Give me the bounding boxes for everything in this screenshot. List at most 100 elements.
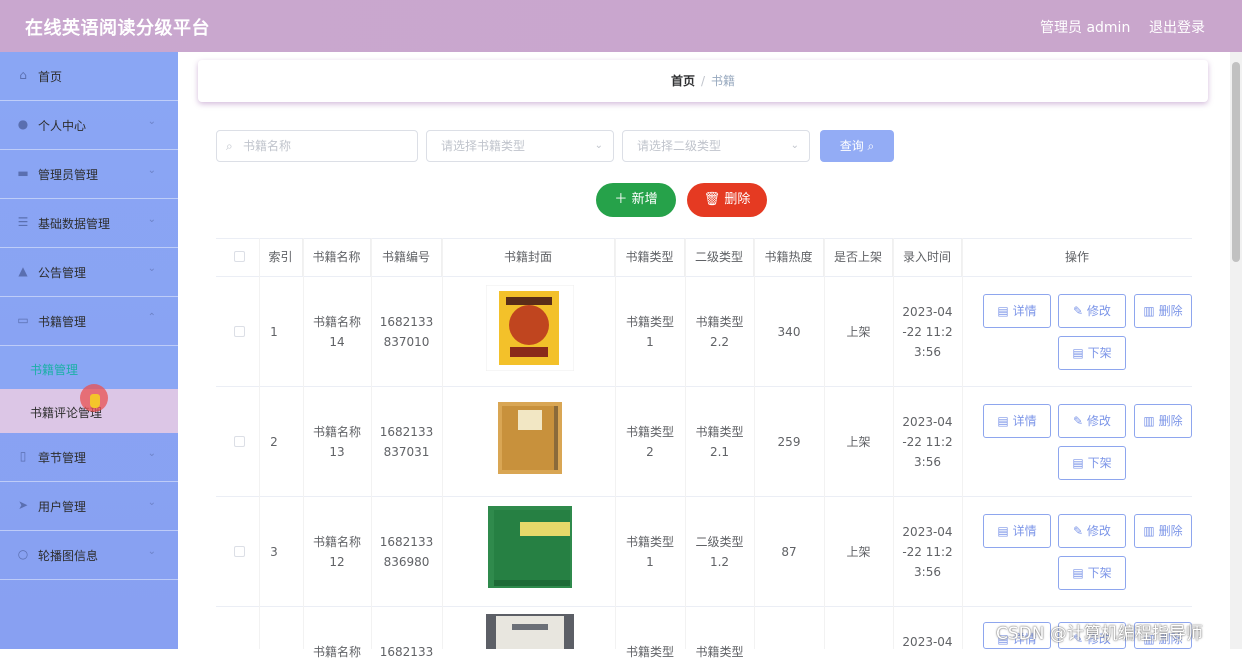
table-line	[216, 276, 1192, 277]
col-header-status: 是否上架	[824, 238, 893, 276]
edit-icon: ✎	[1073, 524, 1087, 538]
book-type: 2	[646, 445, 654, 459]
book-subtype: 2.1	[709, 445, 730, 459]
detail-button[interactable]: ▤ 详情	[983, 294, 1051, 328]
unlist-button[interactable]: ▤ 下架	[1058, 336, 1126, 370]
chevron-up-icon: ⌃	[147, 312, 156, 323]
row-checkbox[interactable]	[234, 326, 245, 337]
input-placeholder: 书籍名称	[243, 139, 292, 153]
button-label: 下架	[1087, 346, 1112, 360]
button-label: 下架	[1087, 566, 1112, 580]
book-cover-image	[486, 285, 574, 371]
submenu-item-book-management[interactable]: 书籍管理	[0, 346, 178, 390]
row-checkbox[interactable]	[234, 546, 245, 557]
pointer-hand-icon	[90, 394, 100, 408]
sidebar-item-books[interactable]: ▭ 书籍管理 ⌃	[0, 297, 178, 346]
col-header-subtype: 二级类型	[685, 238, 754, 276]
detail-button[interactable]: ▤ 详情	[983, 514, 1051, 548]
select-all-checkbox[interactable]	[234, 251, 245, 262]
col-header-index: 索引	[259, 238, 303, 276]
book-type-select[interactable]: 请选择书籍类型 ⌄	[426, 130, 614, 162]
sub-type-select[interactable]: 请选择二级类型 ⌄	[622, 130, 810, 162]
sidebar-item-label: 首页	[38, 70, 63, 84]
chevron-down-icon: ⌄	[790, 140, 799, 151]
select-placeholder: 请选择二级类型	[637, 139, 722, 153]
col-header-cover: 书籍封面	[442, 238, 615, 276]
table-line	[216, 606, 1192, 607]
home-icon: ⌂	[19, 68, 27, 82]
search-button[interactable]: 查询 ⌕	[820, 130, 894, 162]
col-header-name: 书籍名称	[303, 238, 371, 276]
sidebar-item-admins[interactable]: ▬ 管理员管理 ⌄	[0, 150, 178, 199]
book-heat: 259	[777, 435, 801, 449]
book-heat: 340	[777, 325, 801, 339]
detail-button[interactable]: ▤ 详情	[983, 404, 1051, 438]
sidebar-item-label: 章节管理	[38, 451, 87, 465]
sidebar-item-label: 基础数据管理	[38, 217, 111, 231]
sidebar-item-label: 用户管理	[38, 500, 87, 514]
logout-link[interactable]: 退出登录	[1149, 17, 1205, 37]
book-name: 12	[329, 555, 345, 569]
edit-button[interactable]: ✎ 修改	[1058, 514, 1126, 548]
edit-button[interactable]: ✎ 修改	[1058, 404, 1126, 438]
delete-button[interactable]: ▥ 删除	[1134, 294, 1192, 328]
add-book-button[interactable]: ＋ 新增	[596, 183, 676, 217]
sidebar-item-chapters[interactable]: ▯ 章节管理 ⌄	[0, 433, 178, 482]
breadcrumb-home[interactable]: 首页	[671, 74, 695, 88]
book-type: 1	[646, 555, 654, 569]
book-subtype: 2.2	[709, 335, 730, 349]
users-icon: ➤	[17, 498, 29, 512]
sidebar-item-users[interactable]: ➤ 用户管理 ⌄	[0, 482, 178, 531]
select-placeholder: 请选择书籍类型	[441, 139, 526, 153]
button-label: 修改	[1086, 524, 1111, 538]
submenu-item-label: 书籍管理	[30, 363, 79, 377]
sidebar-item-label: 个人中心	[38, 119, 87, 133]
breadcrumb: 首页 / 书籍	[198, 60, 1208, 102]
sidebar-item-carousel[interactable]: ○ 轮播图信息 ⌄	[0, 531, 178, 580]
vertical-scrollbar[interactable]	[1230, 52, 1242, 649]
book-time: -22 11:2	[902, 545, 953, 559]
scrollbar-thumb[interactable]	[1232, 62, 1240, 262]
button-label: 删除	[1158, 524, 1183, 538]
delete-button-label: 删除	[724, 192, 751, 207]
button-label: 修改	[1086, 414, 1111, 428]
document-icon: ▤	[1072, 346, 1088, 360]
sidebar-item-home[interactable]: ⌂ 首页	[0, 52, 178, 101]
edit-button[interactable]: ✎ 修改	[1058, 294, 1126, 328]
row-index: 1	[270, 325, 278, 339]
batch-delete-button[interactable]: 🗑 删除	[687, 183, 767, 217]
book-time: 3:56	[914, 455, 941, 469]
main-content: 首页 / 书籍 ⌕ 书籍名称 请选择书籍类型 ⌄ 请选择二级类型 ⌄ 查询 ⌕ ＋ …	[178, 52, 1230, 659]
chevron-down-icon: ⌄	[147, 448, 156, 459]
book-time: 2023-04	[902, 635, 953, 649]
chevron-down-icon: ⌄	[147, 497, 156, 508]
delete-button[interactable]: ▥ 删除	[1134, 514, 1192, 548]
watermark-text: CSDN @计算机编程指导师	[996, 624, 1203, 644]
chevron-down-icon: ⌄	[594, 140, 603, 151]
delete-button[interactable]: ▥ 删除	[1134, 404, 1192, 438]
button-label: 删除	[1158, 304, 1183, 318]
sidebar-item-notices[interactable]: ▲ 公告管理 ⌄	[0, 248, 178, 297]
table-line	[962, 238, 963, 649]
book-cover-image	[486, 614, 574, 649]
unlist-button[interactable]: ▤ 下架	[1058, 446, 1126, 480]
book-name-search-input[interactable]: ⌕ 书籍名称	[216, 130, 418, 162]
book-status: 上架	[846, 325, 871, 339]
add-button-label: 新增	[631, 192, 658, 207]
unlist-button[interactable]: ▤ 下架	[1058, 556, 1126, 590]
row-checkbox[interactable]	[234, 436, 245, 447]
sidebar-item-profile[interactable]: ● 个人中心 ⌄	[0, 101, 178, 150]
document-icon: ▤	[1072, 456, 1088, 470]
sidebar-item-base-data[interactable]: ☰ 基础数据管理 ⌄	[0, 199, 178, 248]
book-status: 上架	[846, 545, 871, 559]
book-code: 837010	[383, 335, 430, 349]
list-icon: ☰	[17, 215, 29, 229]
button-label: 下架	[1087, 456, 1112, 470]
chapter-icon: ▯	[19, 449, 27, 463]
book-type: 书籍类型	[625, 535, 674, 549]
book-cover-image	[488, 506, 572, 588]
sidebar-item-label: 管理员管理	[38, 168, 99, 182]
button-label: 修改	[1086, 304, 1111, 318]
book-name: 14	[329, 335, 345, 349]
button-label: 详情	[1012, 524, 1037, 538]
